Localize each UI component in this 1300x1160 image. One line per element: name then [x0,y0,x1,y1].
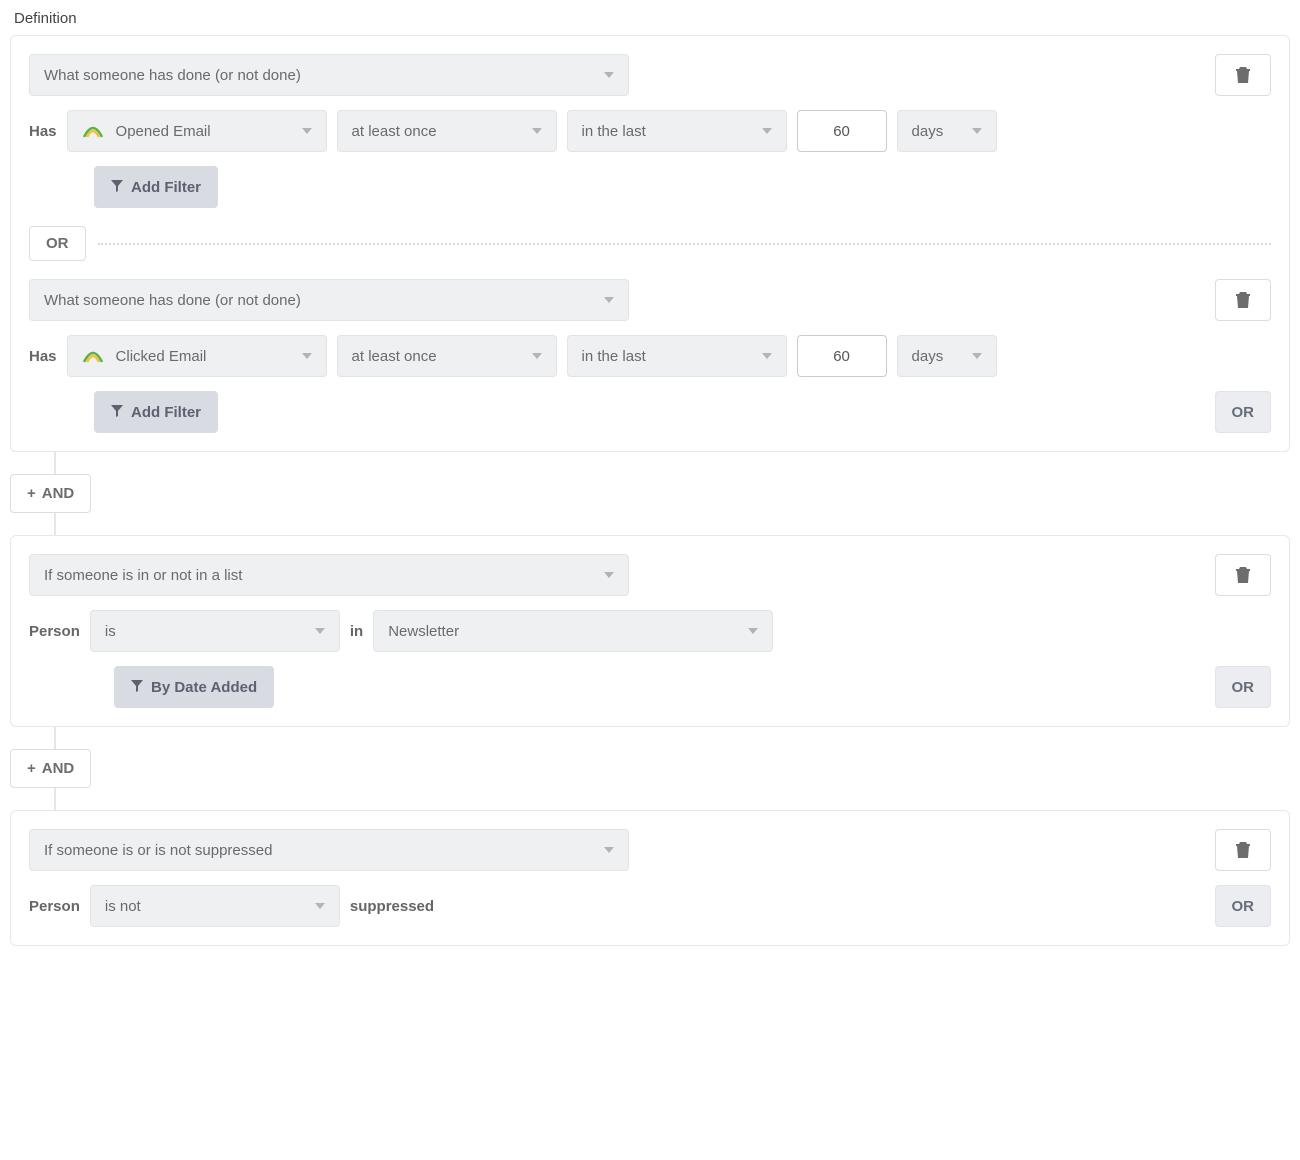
chevron-down-icon [302,128,312,134]
operator-select[interactable]: is [90,610,340,652]
suppressed-label: suppressed [350,898,434,915]
delete-button[interactable] [1215,279,1271,321]
list-label: Newsletter [388,623,728,640]
condition-type-select[interactable]: If someone is or is not suppressed [29,829,629,871]
add-filter-label: Add Filter [131,179,201,196]
chevron-down-icon [762,353,772,359]
person-label: Person [29,623,80,640]
or-pill: OR [29,226,86,261]
connector-line [54,788,56,810]
delete-button[interactable] [1215,829,1271,871]
klaviyo-icon [82,120,104,142]
filter-icon [131,679,143,696]
chevron-down-icon [604,72,614,78]
condition-type-label: What someone has done (or not done) [44,292,584,309]
add-filter-button[interactable]: Add Filter [94,391,218,433]
chevron-down-icon [604,297,614,303]
delete-button[interactable] [1215,54,1271,96]
chevron-down-icon [972,128,982,134]
plus-icon: + [27,485,36,502]
frequency-label: at least once [352,123,512,140]
condition-type-label: What someone has done (or not done) [44,67,584,84]
chevron-down-icon [762,128,772,134]
chevron-down-icon [972,353,982,359]
chevron-down-icon [532,128,542,134]
chevron-down-icon [748,628,758,634]
condition-type-label: If someone is or is not suppressed [44,842,584,859]
klaviyo-icon [82,345,104,367]
and-button[interactable]: + AND [10,474,91,513]
range-select[interactable]: in the last [567,110,787,152]
frequency-label: at least once [352,348,512,365]
or-button[interactable]: OR [1215,885,1272,927]
unit-select[interactable]: days [897,335,997,377]
range-label: in the last [582,123,742,140]
separator-line [98,243,1272,245]
operator-label: is [105,623,295,640]
chevron-down-icon [604,572,614,578]
filter-icon [111,179,123,196]
frequency-select[interactable]: at least once [337,335,557,377]
metric-select[interactable]: Clicked Email [67,335,327,377]
person-label: Person [29,898,80,915]
unit-select[interactable]: days [897,110,997,152]
trash-icon [1235,566,1251,584]
add-filter-label: Add Filter [131,404,201,421]
chevron-down-icon [532,353,542,359]
by-date-added-label: By Date Added [151,679,257,696]
or-separator: OR [29,226,1271,261]
frequency-select[interactable]: at least once [337,110,557,152]
days-input[interactable] [797,335,887,377]
trash-icon [1235,291,1251,309]
delete-button[interactable] [1215,554,1271,596]
and-label: AND [42,760,75,777]
metric-label: Clicked Email [116,348,282,365]
connector-line [54,452,56,474]
or-button[interactable]: OR [1215,666,1272,708]
or-button[interactable]: OR [1215,391,1272,433]
operator-label: is not [105,898,295,915]
trash-icon [1235,841,1251,859]
connector-line [54,727,56,749]
chevron-down-icon [604,847,614,853]
chevron-down-icon [302,353,312,359]
plus-icon: + [27,760,36,777]
by-date-added-button[interactable]: By Date Added [114,666,274,708]
list-select[interactable]: Newsletter [373,610,773,652]
metric-select[interactable]: Opened Email [67,110,327,152]
condition-type-label: If someone is in or not in a list [44,567,584,584]
add-filter-button[interactable]: Add Filter [94,166,218,208]
chevron-down-icon [315,903,325,909]
metric-label: Opened Email [116,123,282,140]
condition-group-1: What someone has done (or not done) Has … [10,35,1290,452]
in-label: in [350,623,363,640]
filter-icon [111,404,123,421]
condition-type-select[interactable]: What someone has done (or not done) [29,54,629,96]
unit-label: days [912,348,952,365]
and-label: AND [42,485,75,502]
section-title: Definition [14,10,1290,27]
connector-line [54,513,56,535]
unit-label: days [912,123,952,140]
range-label: in the last [582,348,742,365]
trash-icon [1235,66,1251,84]
has-label: Has [29,123,57,140]
condition-group-2: If someone is in or not in a list Person… [10,535,1290,727]
has-label: Has [29,348,57,365]
condition-type-select[interactable]: If someone is in or not in a list [29,554,629,596]
operator-select[interactable]: is not [90,885,340,927]
chevron-down-icon [315,628,325,634]
and-button[interactable]: + AND [10,749,91,788]
condition-group-3: If someone is or is not suppressed Perso… [10,810,1290,946]
condition-type-select[interactable]: What someone has done (or not done) [29,279,629,321]
range-select[interactable]: in the last [567,335,787,377]
days-input[interactable] [797,110,887,152]
